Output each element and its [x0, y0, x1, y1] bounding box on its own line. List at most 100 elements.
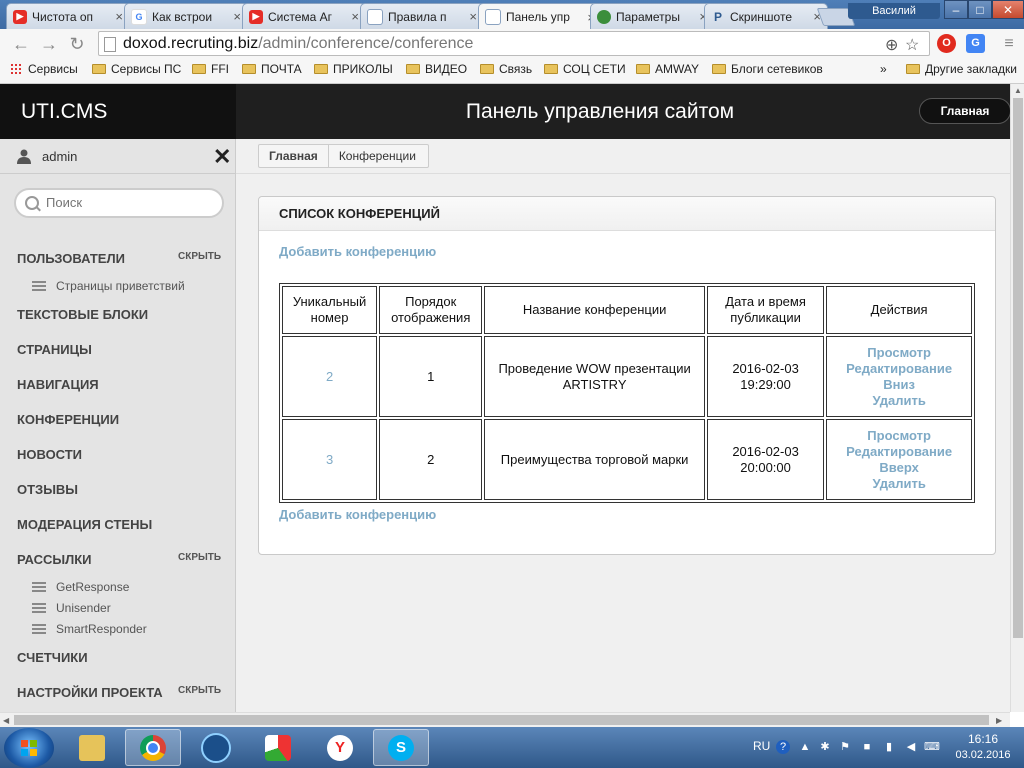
sidebar-item-wall-moderation[interactable]: Модерация стены: [17, 517, 152, 532]
yandex-taskbar-button[interactable]: Y: [312, 729, 368, 766]
star-icon[interactable]: ☆: [905, 34, 919, 57]
browser-tab[interactable]: ▶ Система Аг ×: [242, 3, 366, 29]
edit-link[interactable]: Редактирование: [828, 444, 970, 460]
translate-extension-icon[interactable]: G: [966, 34, 985, 53]
bookmark-folder[interactable]: ВИДЕО: [406, 62, 467, 76]
forward-icon[interactable]: →: [38, 33, 60, 55]
bookmark-folder[interactable]: ПРИКОЛЫ: [314, 62, 393, 76]
home-button[interactable]: Главная: [919, 98, 1011, 124]
start-button[interactable]: [4, 728, 54, 768]
hide-toggle[interactable]: СКРЫТЬ: [178, 552, 221, 563]
bookmark-label: Сервисы ПС: [111, 62, 182, 76]
close-icon[interactable]: ×: [233, 9, 241, 24]
sidebar-item-users[interactable]: Пользователи: [17, 251, 125, 266]
menu-icon[interactable]: ≡: [998, 33, 1020, 55]
move-down-link[interactable]: Вниз: [828, 377, 970, 393]
scroll-thumb[interactable]: [14, 715, 989, 725]
other-bookmarks[interactable]: Другие закладки: [906, 62, 1017, 76]
sidebar-item-counters[interactable]: Счетчики: [17, 650, 88, 665]
add-conference-link[interactable]: Добавить конференцию: [279, 507, 436, 522]
bookmark-folder[interactable]: СОЦ СЕТИ: [544, 62, 626, 76]
search-input[interactable]: [44, 194, 218, 211]
browser-tab[interactable]: G Как встрои ×: [124, 3, 248, 29]
bookmark-folder[interactable]: AMWAY: [636, 62, 699, 76]
bluetooth-icon[interactable]: ✱: [818, 740, 832, 754]
volume-icon[interactable]: ◀: [904, 740, 918, 754]
sidebar-item-pages[interactable]: Страницы: [17, 342, 92, 357]
maximize-icon[interactable]: □: [968, 0, 992, 19]
view-link[interactable]: Просмотр: [828, 345, 970, 361]
clock-date[interactable]: 03.02.2016: [948, 749, 1018, 761]
browser-tab[interactable]: P Скриншоте ×: [704, 3, 828, 29]
sidebar-item-news[interactable]: Новости: [17, 447, 82, 462]
antivirus-icon[interactable]: ■: [860, 740, 874, 754]
bookmark-folder[interactable]: Блоги сетевиков: [712, 62, 823, 76]
bookmark-folder[interactable]: Сервисы ПС: [92, 62, 181, 76]
sidebar-subitem-smartresponder[interactable]: SmartResponder: [32, 622, 147, 636]
conference-id-link[interactable]: 2: [326, 369, 333, 384]
browser-tab[interactable]: Правила п ×: [360, 3, 484, 29]
delete-link[interactable]: Удалить: [828, 476, 970, 492]
sidebar-item-text-blocks[interactable]: Текстовые блоки: [17, 307, 148, 322]
view-link[interactable]: Просмотр: [828, 428, 970, 444]
sidebar-item-mailings[interactable]: Рассылки: [17, 552, 92, 567]
help-icon[interactable]: ?: [776, 740, 790, 754]
sidebar-item-reviews[interactable]: Отзывы: [17, 482, 78, 497]
move-up-link[interactable]: Вверх: [828, 460, 970, 476]
bookmark-folder[interactable]: Связь: [480, 62, 532, 76]
skype-taskbar-button[interactable]: S: [373, 729, 429, 766]
close-icon[interactable]: ×: [351, 9, 359, 24]
bookmarks-overflow[interactable]: »: [880, 62, 887, 76]
bookmark-label: ПРИКОЛЫ: [333, 62, 393, 76]
flag-icon[interactable]: ⚑: [838, 740, 852, 754]
app-taskbar-button[interactable]: [250, 729, 306, 766]
add-conference-link[interactable]: Добавить конференцию: [279, 244, 436, 259]
bookmark-folder[interactable]: ПОЧТА: [242, 62, 302, 76]
sidebar-item-navigation[interactable]: Навигация: [17, 377, 99, 392]
bookmark-folder[interactable]: FFI: [192, 62, 229, 76]
breadcrumb-home[interactable]: Главная: [259, 145, 329, 167]
reload-icon[interactable]: ↻: [66, 33, 88, 55]
browser-tab[interactable]: Параметры ×: [590, 3, 714, 29]
delete-link[interactable]: Удалить: [828, 393, 970, 409]
scroll-up-icon[interactable]: ▲: [1014, 86, 1022, 95]
network-icon[interactable]: ▮: [882, 740, 896, 754]
horizontal-scrollbar[interactable]: ◀ ▶: [0, 712, 1010, 728]
conference-id-link[interactable]: 3: [326, 452, 333, 467]
scroll-thumb[interactable]: [1013, 98, 1023, 638]
minimize-icon[interactable]: –: [944, 0, 968, 19]
zoom-icon[interactable]: ⊕: [885, 34, 898, 57]
brand-logo[interactable]: UTI.CMS: [0, 84, 236, 139]
show-hidden-icon[interactable]: ▲: [798, 740, 812, 754]
close-icon[interactable]: ✕: [213, 144, 231, 170]
scroll-right-icon[interactable]: ▶: [996, 716, 1002, 725]
sidebar-subitem-unisender[interactable]: Unisender: [32, 601, 111, 615]
list-icon: [32, 582, 46, 592]
browser-tab-active[interactable]: Панель упр ×: [478, 3, 602, 30]
back-icon[interactable]: ←: [10, 33, 32, 55]
window-close-icon[interactable]: ✕: [992, 0, 1024, 19]
keyboard-icon[interactable]: ⌨: [924, 740, 940, 754]
opera-extension-icon[interactable]: O: [937, 34, 956, 53]
hide-toggle[interactable]: СКРЫТЬ: [178, 685, 221, 696]
explorer-taskbar-button[interactable]: [64, 729, 120, 766]
chrome-taskbar-button[interactable]: [125, 729, 181, 766]
bookmark-label: AMWAY: [655, 62, 699, 76]
close-icon[interactable]: ×: [469, 9, 477, 24]
bookmark-apps[interactable]: Сервисы: [10, 62, 78, 76]
browser-user-label[interactable]: Василий: [848, 3, 940, 19]
scroll-left-icon[interactable]: ◀: [3, 716, 9, 725]
clock-time[interactable]: 16:16: [948, 732, 1018, 746]
address-bar[interactable]: doxod.recruting.biz/admin/conference/con…: [98, 31, 930, 56]
sidebar-subitem-welcome-pages[interactable]: Страницы приветствий: [32, 279, 185, 293]
sidebar-subitem-getresponse[interactable]: GetResponse: [32, 580, 129, 594]
vertical-scrollbar[interactable]: ▲: [1010, 84, 1024, 712]
browser-tab[interactable]: ▶ Чистота оп ×: [6, 3, 130, 29]
edit-link[interactable]: Редактирование: [828, 361, 970, 377]
sidebar-item-project-settings[interactable]: Настройки проекта: [17, 685, 163, 700]
app-taskbar-button[interactable]: [188, 729, 244, 766]
sidebar-item-conferences[interactable]: Конференции: [17, 412, 119, 427]
close-icon[interactable]: ×: [115, 9, 123, 24]
language-indicator[interactable]: RU: [753, 739, 770, 753]
hide-toggle[interactable]: СКРЫТЬ: [178, 251, 221, 262]
